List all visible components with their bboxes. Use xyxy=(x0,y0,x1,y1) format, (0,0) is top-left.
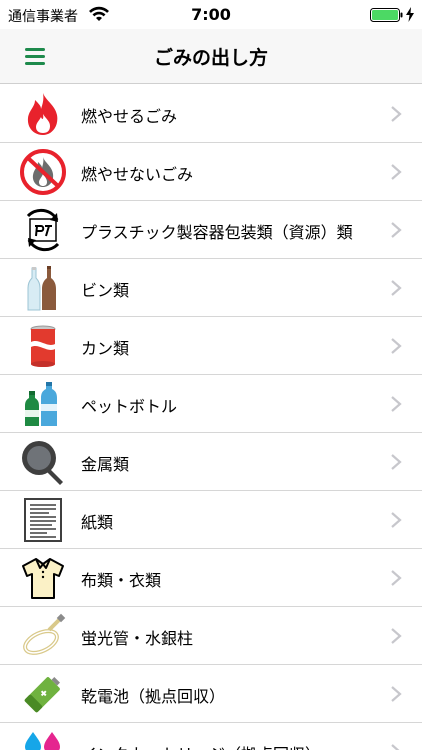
ink-cartridge-icon xyxy=(25,732,60,750)
list-item[interactable]: 金属類 xyxy=(0,433,422,491)
fluorescent-tube-icon xyxy=(23,613,66,655)
list-item[interactable]: 燃やせるごみ xyxy=(0,85,422,143)
list-item-label: 乾電池（拠点回収） xyxy=(81,687,226,706)
battery-status-icon xyxy=(370,8,403,22)
list-item[interactable]: プラスチック製容器包装類（資源）類 xyxy=(0,201,422,259)
list-item[interactable]: 蛍光管・水銀柱 xyxy=(0,607,422,665)
list-item-label: 燃やせないごみ xyxy=(81,165,194,184)
list-item-label: 布類・衣類 xyxy=(81,571,162,590)
plastic-recycle-icon xyxy=(26,208,60,252)
list-item-label: ペットボトル xyxy=(81,397,178,416)
status-time: 7:00 xyxy=(191,5,231,24)
list-item[interactable]: 布類・衣類 xyxy=(0,549,422,607)
fire-icon xyxy=(27,93,58,135)
navigation-bar: ごみの出し方 xyxy=(0,29,422,84)
list-item[interactable]: インクカートリッジ（拠点回収） xyxy=(0,723,422,750)
list-item-label: 紙類 xyxy=(81,513,114,532)
chevron-right-icon xyxy=(391,396,402,412)
chevron-right-icon xyxy=(391,628,402,644)
list-item-label: ビン類 xyxy=(81,281,130,300)
chevron-right-icon xyxy=(391,164,402,180)
list-item-label: インクカートリッジ（拠点回収） xyxy=(81,741,321,750)
chevron-right-icon xyxy=(391,106,402,122)
chevron-right-icon xyxy=(391,222,402,238)
list-item[interactable]: ビン類 xyxy=(0,259,422,317)
battery-icon xyxy=(24,677,60,713)
page-title: ごみの出し方 xyxy=(153,47,268,69)
frying-pan-icon xyxy=(22,441,63,485)
chevron-right-icon xyxy=(391,686,402,702)
list-item-label: 金属類 xyxy=(81,455,130,474)
chevron-right-icon xyxy=(391,570,402,586)
can-icon xyxy=(30,325,56,367)
bottles-icon xyxy=(27,266,56,311)
list-item-label: 燃やせるごみ xyxy=(81,107,178,126)
paper-icon xyxy=(24,498,62,542)
list-item[interactable]: カン類 xyxy=(0,317,422,375)
pet-bottle-icon xyxy=(25,382,57,426)
list-item-label: カン類 xyxy=(81,339,130,358)
chevron-right-icon xyxy=(391,512,402,528)
no-fire-icon xyxy=(20,149,66,195)
list-item[interactable]: 紙類 xyxy=(0,491,422,549)
chevron-right-icon xyxy=(391,744,400,750)
charging-bolt-icon xyxy=(406,7,414,22)
chevron-right-icon xyxy=(391,280,402,296)
list-item[interactable]: 乾電池（拠点回収） xyxy=(0,665,422,723)
category-list: 燃やせるごみ 燃やせないごみ プラスチック製容器包装類（資源）類 ビン類 カン類… xyxy=(0,85,422,750)
list-item-label: プラスチック製容器包装類（資源）類 xyxy=(81,223,353,242)
list-item[interactable]: 燃やせないごみ xyxy=(0,143,422,201)
chevron-right-icon xyxy=(391,338,402,354)
shirt-icon xyxy=(22,558,64,599)
chevron-right-icon xyxy=(391,454,402,470)
status-bar: 通信事業者 7:00 xyxy=(0,0,422,29)
list-item[interactable]: ペットボトル xyxy=(0,375,422,433)
list-item-label: 蛍光管・水銀柱 xyxy=(81,629,194,648)
